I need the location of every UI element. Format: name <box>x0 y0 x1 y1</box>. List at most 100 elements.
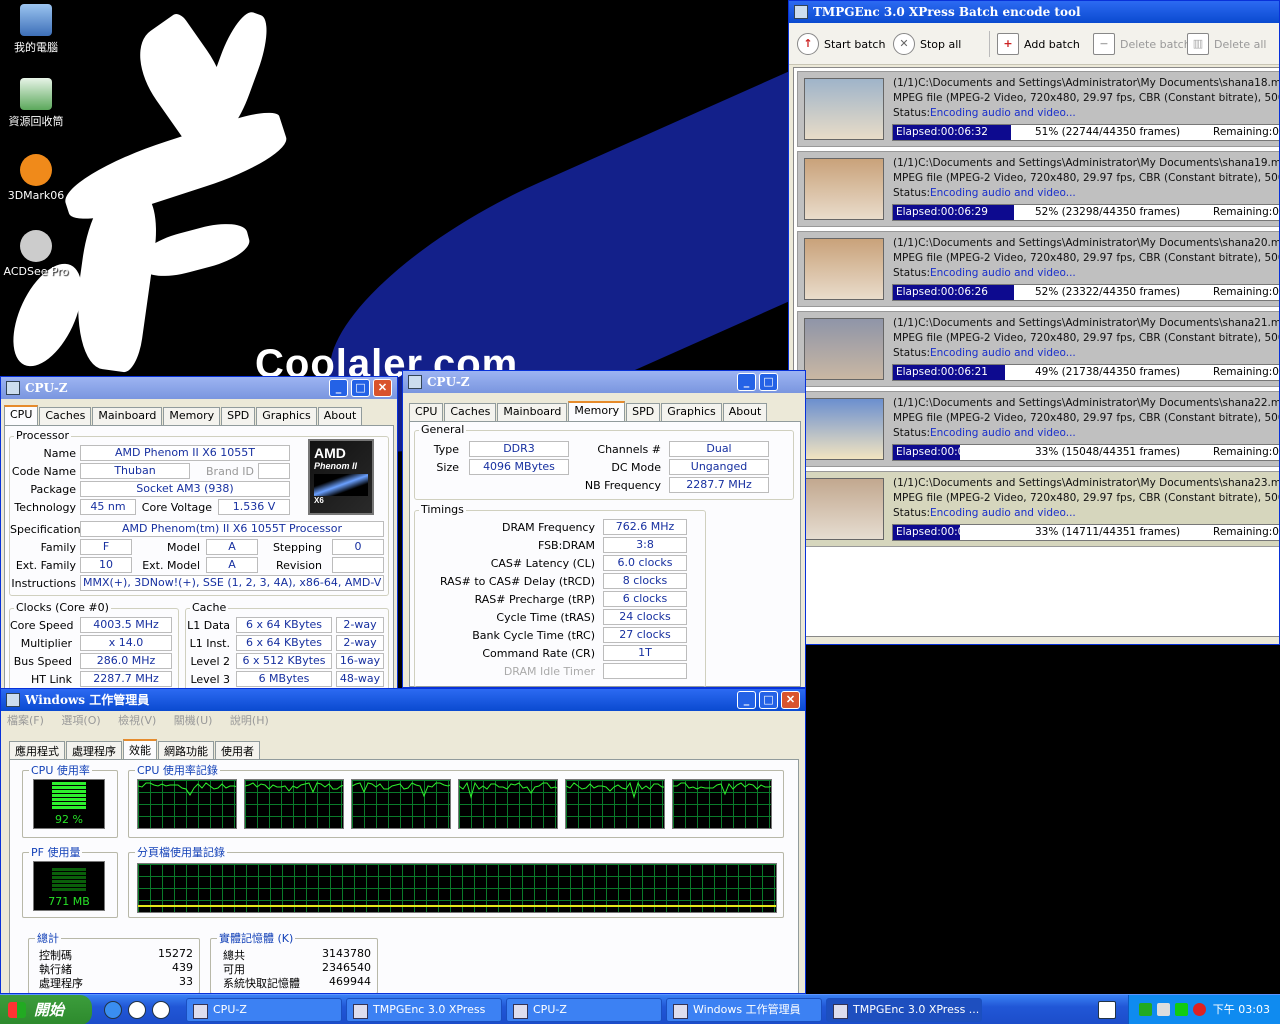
job-progress-text: 52% (23298/44350 frames) <box>1035 206 1181 218</box>
tray-app-icon[interactable] <box>1098 1001 1116 1019</box>
batch-job-item[interactable]: (1/1)C:\Documents and Settings\Administr… <box>797 391 1280 467</box>
delete-batch-button[interactable]: − Delete batch <box>1093 33 1191 55</box>
cpu-usage-bars <box>52 782 86 810</box>
job-info: MPEG file (MPEG-2 Video, 720x480, 29.97 … <box>893 92 1280 104</box>
tab-mainboard[interactable]: Mainboard <box>92 407 163 427</box>
safely-remove-icon[interactable] <box>1157 1003 1170 1016</box>
cpu-core-graph <box>458 779 558 829</box>
performance-panel: CPU 使用率 92 % CPU 使用率記錄 PF 使用量 771 MB 分頁檔… <box>9 759 799 993</box>
desktop-icon-3dmark[interactable]: 3DMark06 <box>0 154 72 202</box>
tab-caches[interactable]: Caches <box>444 403 497 423</box>
job-remaining: Remaining:00: <box>1213 526 1279 538</box>
taskbar-task-task-manager[interactable]: Windows 工作管理員 <box>666 998 822 1022</box>
tab-caches[interactable]: Caches <box>39 407 92 427</box>
status-icon[interactable] <box>1175 1003 1188 1016</box>
security-shield-icon[interactable] <box>1193 1003 1206 1016</box>
menu-view[interactable]: 檢視(V) <box>118 714 156 727</box>
batch-job-list[interactable]: (1/1)C:\Documents and Settings\Administr… <box>793 67 1280 637</box>
job-path: (1/1)C:\Documents and Settings\Administr… <box>893 477 1280 489</box>
tab-cpu[interactable]: CPU <box>4 405 39 425</box>
desktop-icon-recycle-bin[interactable]: 資源回收筒 <box>0 78 72 129</box>
maximize-button[interactable]: □ <box>351 379 370 397</box>
minimize-button[interactable]: _ <box>737 691 756 709</box>
amd-phenom-logo: AMD Phenom II X6 <box>308 439 374 515</box>
toolbar-separator <box>989 31 990 57</box>
tab-about[interactable]: About <box>317 407 363 427</box>
maximize-button[interactable]: □ <box>759 691 778 709</box>
video-thumbnail <box>804 478 884 540</box>
ext-family-value: 10 <box>80 557 132 573</box>
cpuz-memory-window[interactable]: CPU-Z _ □ CPU Caches Mainboard Memory SP… <box>402 370 806 688</box>
batch-job-item[interactable]: (1/1)C:\Documents and Settings\Administr… <box>797 231 1279 307</box>
tab-cpu[interactable]: CPU <box>409 403 444 423</box>
add-batch-button[interactable]: + Add batch <box>997 33 1080 55</box>
ie-icon[interactable] <box>104 1001 122 1019</box>
cpuz-cpu-titlebar[interactable]: CPU-Z _ □ ✕ <box>1 377 397 399</box>
close-button[interactable]: ✕ <box>781 691 800 709</box>
batch-job-item[interactable]: (1/1)C:\Documents and Settings\Administr… <box>797 71 1280 147</box>
tab-memory[interactable]: Memory <box>568 401 626 421</box>
cpuz-cpu-window[interactable]: CPU-Z _ □ ✕ CPU Caches Mainboard Memory … <box>0 376 398 694</box>
stop-all-button[interactable]: ✕ Stop all <box>893 33 961 55</box>
timing-label: CAS# Latency (CL) <box>490 557 595 570</box>
cpu-core-line <box>352 782 450 798</box>
tab-spd[interactable]: SPD <box>626 403 661 423</box>
cpu-core-line <box>138 782 236 796</box>
cpuz-memory-titlebar[interactable]: CPU-Z _ □ <box>403 371 805 393</box>
taskbar-task-tmpgenc[interactable]: TMPGEnc 3.0 XPress <box>346 998 502 1022</box>
totals-box: 總計 控制碼 15272 執行緒 439 處理程序 33 <box>28 930 200 993</box>
close-button[interactable]: ✕ <box>373 379 392 397</box>
start-icon: ↑ <box>797 33 819 55</box>
maximize-button[interactable]: □ <box>759 373 778 391</box>
clocks-group: Clocks (Core #0) Core Speed 4003.5 MHz M… <box>9 601 179 693</box>
tab-memory[interactable]: Memory <box>163 407 221 427</box>
cpu-core-graph <box>137 779 237 829</box>
trash-icon: ▥ <box>1187 33 1209 55</box>
job-progress-text: 49% (21738/44350 frames) <box>1035 366 1181 378</box>
minimize-button[interactable]: _ <box>329 379 348 397</box>
memory-type-value: DDR3 <box>469 441 569 457</box>
timing-value: 6.0 clocks <box>603 555 687 571</box>
cpu-core-line <box>459 781 557 799</box>
job-progress-bar: Elapsed:00:06:18 33% (15048/44351 frames)… <box>892 444 1279 461</box>
batch-job-item[interactable]: (1/1)C:\Documents and Settings\Administr… <box>797 311 1279 387</box>
start-button[interactable]: 開始 <box>0 995 92 1024</box>
minimize-button[interactable]: _ <box>737 373 756 391</box>
taskbar-task-cpuz-2[interactable]: CPU-Z <box>506 998 662 1022</box>
start-batch-button[interactable]: ↑ Start batch <box>797 33 885 55</box>
task-manager-window[interactable]: Windows 工作管理員 _ □ ✕ 檔案(F) 選項(O) 檢視(V) 關機… <box>0 688 806 994</box>
video-thumbnail <box>804 238 884 300</box>
tab-spd[interactable]: SPD <box>221 407 256 427</box>
cpu-usage-meter: 92 % <box>33 779 105 829</box>
menu-options[interactable]: 選項(O) <box>61 714 100 727</box>
task-manager-titlebar[interactable]: Windows 工作管理員 _ □ ✕ <box>1 689 805 711</box>
job-remaining: Remaining:00: <box>1213 126 1279 138</box>
desktop-icon-acdsee[interactable]: ACDSee Pro <box>0 230 72 278</box>
menu-shutdown[interactable]: 關機(U) <box>174 714 213 727</box>
job-elapsed: Elapsed:00:06:21 <box>896 366 988 378</box>
tmpgenc-titlebar[interactable]: TMPGEnc 3.0 XPress Batch encode tool <box>789 1 1279 23</box>
tmpgenc-window[interactable]: TMPGEnc 3.0 XPress Batch encode tool ↑ St… <box>788 0 1280 645</box>
clock[interactable]: 下午 03:03 <box>1213 995 1270 1024</box>
tab-about[interactable]: About <box>722 403 768 423</box>
tab-graphics[interactable]: Graphics <box>256 407 317 427</box>
menu-help[interactable]: 說明(H) <box>230 714 269 727</box>
media-player-icon[interactable] <box>152 1001 170 1019</box>
desktop-icon-my-computer[interactable]: 我的電腦 <box>0 4 72 55</box>
tab-mainboard[interactable]: Mainboard <box>497 403 568 423</box>
delete-all-button[interactable]: ▥ Delete all <box>1187 33 1267 55</box>
batch-job-item[interactable]: (1/1)C:\Documents and Settings\Administr… <box>797 471 1280 547</box>
cpuz-app-icon <box>6 381 20 395</box>
tab-graphics[interactable]: Graphics <box>661 403 722 423</box>
stepping-value: 0 <box>332 539 384 555</box>
network-icon[interactable] <box>1139 1003 1152 1016</box>
core-speed-value: 4003.5 MHz <box>80 617 172 633</box>
taskbar-task-tmpgenc-2[interactable]: TMPGEnc 3.0 XPress ... <box>826 998 982 1022</box>
taskbar-task-cpuz[interactable]: CPU-Z <box>186 998 342 1022</box>
job-path: (1/1)C:\Documents and Settings\Administr… <box>893 397 1280 409</box>
code-name-value: Thuban <box>80 463 190 479</box>
batch-job-item[interactable]: (1/1)C:\Documents and Settings\Administr… <box>797 151 1279 227</box>
explorer-icon[interactable] <box>128 1001 146 1019</box>
menu-file[interactable]: 檔案(F) <box>7 714 44 727</box>
job-status: Status:Encoding audio and video... <box>893 267 1076 279</box>
